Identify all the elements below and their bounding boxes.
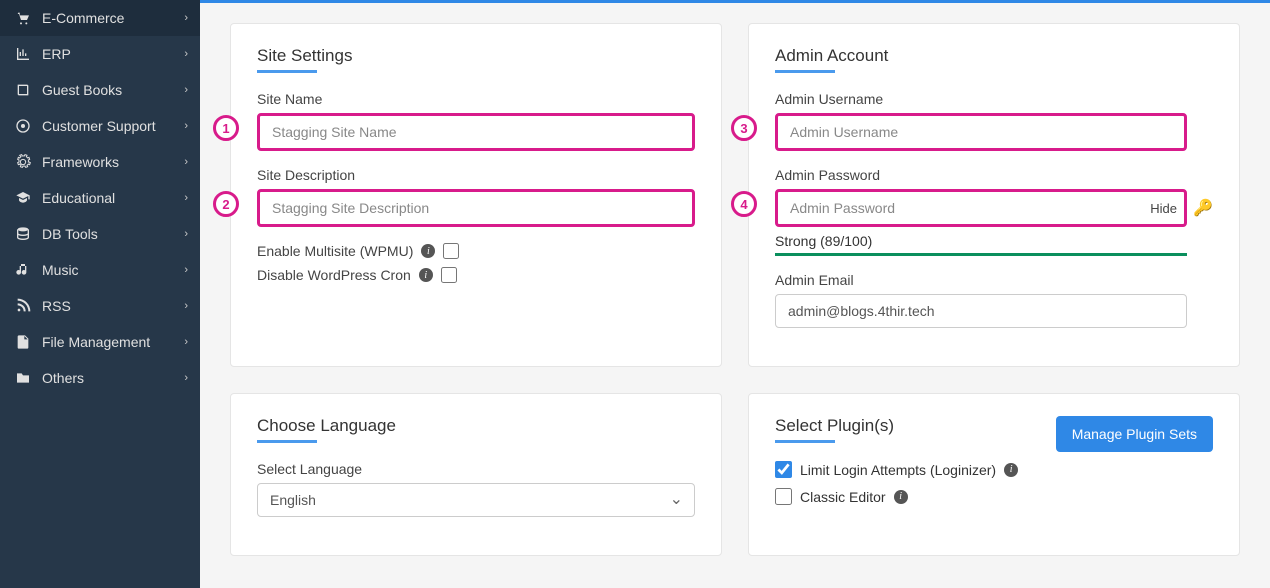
chevron-right-icon: › [184, 192, 188, 204]
sidebar-item-guestbooks[interactable]: Guest Books › [0, 72, 200, 108]
title-underline [257, 70, 317, 73]
sidebar-item-label: Others [42, 370, 84, 386]
hide-password-button[interactable]: Hide [1150, 201, 1177, 216]
rss-icon [14, 298, 32, 314]
info-icon[interactable]: i [419, 268, 433, 282]
database-icon [14, 226, 32, 242]
manage-plugin-sets-button[interactable]: Manage Plugin Sets [1056, 416, 1213, 452]
sidebar-item-label: E-Commerce [42, 10, 124, 26]
title-underline [775, 70, 835, 73]
step-badge-4: 4 [731, 191, 757, 217]
card-site-settings: Site Settings 1 Site Name 2 Site Descrip… [230, 23, 722, 367]
sidebar-item-label: Frameworks [42, 154, 119, 170]
sidebar-item-label: DB Tools [42, 226, 98, 242]
main-content: Site Settings 1 Site Name 2 Site Descrip… [200, 0, 1270, 588]
admin-password-input[interactable] [775, 189, 1187, 227]
sidebar-item-rss[interactable]: RSS › [0, 288, 200, 324]
plugin-classic-label: Classic Editor [800, 489, 886, 505]
disable-cron-checkbox[interactable] [441, 267, 457, 283]
music-icon [14, 262, 32, 278]
chevron-right-icon: › [184, 300, 188, 312]
sidebar-item-label: Music [42, 262, 79, 278]
sidebar-item-label: ERP [42, 46, 71, 62]
chart-icon [14, 46, 32, 62]
card-title: Admin Account [775, 46, 1213, 66]
enable-multisite-label: Enable Multisite (WPMU) [257, 243, 413, 259]
support-icon [14, 118, 32, 134]
site-name-label: Site Name [257, 91, 695, 107]
site-name-input[interactable] [257, 113, 695, 151]
sidebar-item-music[interactable]: Music › [0, 252, 200, 288]
chevron-right-icon: › [184, 120, 188, 132]
card-admin-account: Admin Account 3 Admin Username 4 Admin P… [748, 23, 1240, 367]
info-icon[interactable]: i [421, 244, 435, 258]
step-badge-2: 2 [213, 191, 239, 217]
folder-icon [14, 370, 32, 386]
admin-username-label: Admin Username [775, 91, 1213, 107]
sidebar-item-label: RSS [42, 298, 71, 314]
disable-cron-label: Disable WordPress Cron [257, 267, 411, 283]
step-badge-3: 3 [731, 115, 757, 141]
card-title: Choose Language [257, 416, 695, 436]
chevron-right-icon: › [184, 156, 188, 168]
chevron-right-icon: › [184, 336, 188, 348]
chevron-right-icon: › [184, 12, 188, 24]
chevron-right-icon: › [184, 228, 188, 240]
card-language: Choose Language Select Language English [230, 393, 722, 556]
chevron-right-icon: › [184, 84, 188, 96]
chevron-right-icon: › [184, 48, 188, 60]
cart-icon [14, 10, 32, 26]
sidebar-item-label: Guest Books [42, 82, 122, 98]
info-icon[interactable]: i [1004, 463, 1018, 477]
graduation-icon [14, 190, 32, 206]
site-desc-input[interactable] [257, 189, 695, 227]
card-title: Site Settings [257, 46, 695, 66]
chevron-right-icon: › [184, 264, 188, 276]
files-icon [14, 334, 32, 350]
language-select[interactable]: English [257, 483, 695, 517]
chevron-right-icon: › [184, 372, 188, 384]
sidebar-item-ecommerce[interactable]: E-Commerce › [0, 0, 200, 36]
enable-multisite-checkbox[interactable] [443, 243, 459, 259]
gears-icon [14, 154, 32, 170]
admin-password-label: Admin Password [775, 167, 1213, 183]
admin-email-input[interactable] [775, 294, 1187, 328]
admin-username-input[interactable] [775, 113, 1187, 151]
title-underline [775, 440, 835, 443]
plugin-classic-checkbox[interactable] [775, 488, 792, 505]
select-language-label: Select Language [257, 461, 695, 477]
sidebar-item-support[interactable]: Customer Support › [0, 108, 200, 144]
sidebar-item-label: Customer Support [42, 118, 156, 134]
info-icon[interactable]: i [894, 490, 908, 504]
title-underline [257, 440, 317, 443]
password-strength-text: Strong (89/100) [775, 233, 1213, 249]
sidebar-item-erp[interactable]: ERP › [0, 36, 200, 72]
sidebar-item-label: Educational [42, 190, 115, 206]
sidebar-item-educational[interactable]: Educational › [0, 180, 200, 216]
sidebar: E-Commerce › ERP › Guest Books › Custome… [0, 0, 200, 588]
card-plugins: Manage Plugin Sets Select Plugin(s) Limi… [748, 393, 1240, 556]
sidebar-item-frameworks[interactable]: Frameworks › [0, 144, 200, 180]
sidebar-item-others[interactable]: Others › [0, 360, 200, 396]
sidebar-item-label: File Management [42, 334, 150, 350]
plugin-loginizer-checkbox[interactable] [775, 461, 792, 478]
password-strength-bar [775, 253, 1187, 256]
key-icon[interactable]: 🔑 [1193, 198, 1213, 218]
step-badge-1: 1 [213, 115, 239, 141]
admin-email-label: Admin Email [775, 272, 1213, 288]
site-desc-label: Site Description [257, 167, 695, 183]
plugin-loginizer-label: Limit Login Attempts (Loginizer) [800, 462, 996, 478]
sidebar-item-dbtools[interactable]: DB Tools › [0, 216, 200, 252]
book-icon [14, 82, 32, 98]
sidebar-item-filemgmt[interactable]: File Management › [0, 324, 200, 360]
